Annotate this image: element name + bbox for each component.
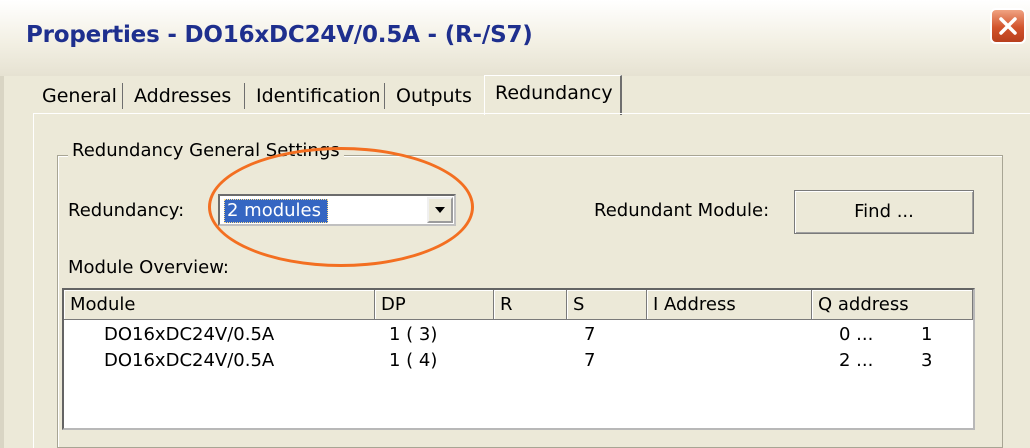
cell-q-end: 1 xyxy=(921,324,933,345)
tab-divider xyxy=(122,83,123,109)
window-frame-edge xyxy=(0,76,4,448)
tab-redundancy[interactable]: Redundancy xyxy=(484,75,622,115)
group-title: Redundancy General Settings xyxy=(68,140,344,161)
cell-q-start: 0 ... xyxy=(839,324,874,345)
redundant-module-label: Redundant Module: xyxy=(594,200,770,221)
cell-s: 7 xyxy=(584,350,596,371)
close-x-icon xyxy=(999,17,1017,35)
cell-s: 7 xyxy=(584,324,596,345)
column-header-q-address[interactable]: Q address xyxy=(812,290,973,320)
find-button[interactable]: Find ... xyxy=(794,190,974,234)
column-header-i-address[interactable]: I Address xyxy=(647,290,812,320)
column-header-module[interactable]: Module xyxy=(64,290,375,320)
module-overview-label: Module Overview: xyxy=(68,257,229,278)
tab-divider xyxy=(384,83,385,109)
cell-q-start: 2 ... xyxy=(839,350,874,371)
tab-identification[interactable]: Identification xyxy=(256,81,381,111)
column-header-dp[interactable]: DP xyxy=(375,290,494,320)
cell-q-end: 3 xyxy=(921,350,933,371)
cell-dp: 1 ( 3) xyxy=(389,324,438,345)
cell-module: DO16xDC24V/0.5A xyxy=(104,350,275,371)
cell-dp: 1 ( 4) xyxy=(389,350,438,371)
chevron-down-icon xyxy=(435,207,445,213)
redundancy-label: Redundancy: xyxy=(68,200,185,221)
tab-outputs[interactable]: Outputs xyxy=(396,81,472,111)
dropdown-button[interactable] xyxy=(427,197,453,223)
tab-addresses[interactable]: Addresses xyxy=(134,81,231,111)
redundancy-select[interactable]: 2 modules xyxy=(218,194,456,226)
window-title: Properties - DO16xDC24V/0.5A - (R-/S7) xyxy=(26,22,533,48)
close-button[interactable] xyxy=(990,8,1026,44)
column-header-r[interactable]: R xyxy=(494,290,567,320)
redundancy-select-value: 2 modules xyxy=(224,199,329,223)
column-header-s[interactable]: S xyxy=(567,290,647,320)
tab-redundancy-label: Redundancy xyxy=(495,82,613,104)
title-bar[interactable]: Properties - DO16xDC24V/0.5A - (R-/S7) xyxy=(0,0,1030,76)
tab-divider xyxy=(244,83,245,109)
module-overview-list[interactable]: Module DP R S I Address Q address DO16xD… xyxy=(62,288,975,430)
cell-module: DO16xDC24V/0.5A xyxy=(104,324,275,345)
tab-general[interactable]: General xyxy=(42,81,117,111)
